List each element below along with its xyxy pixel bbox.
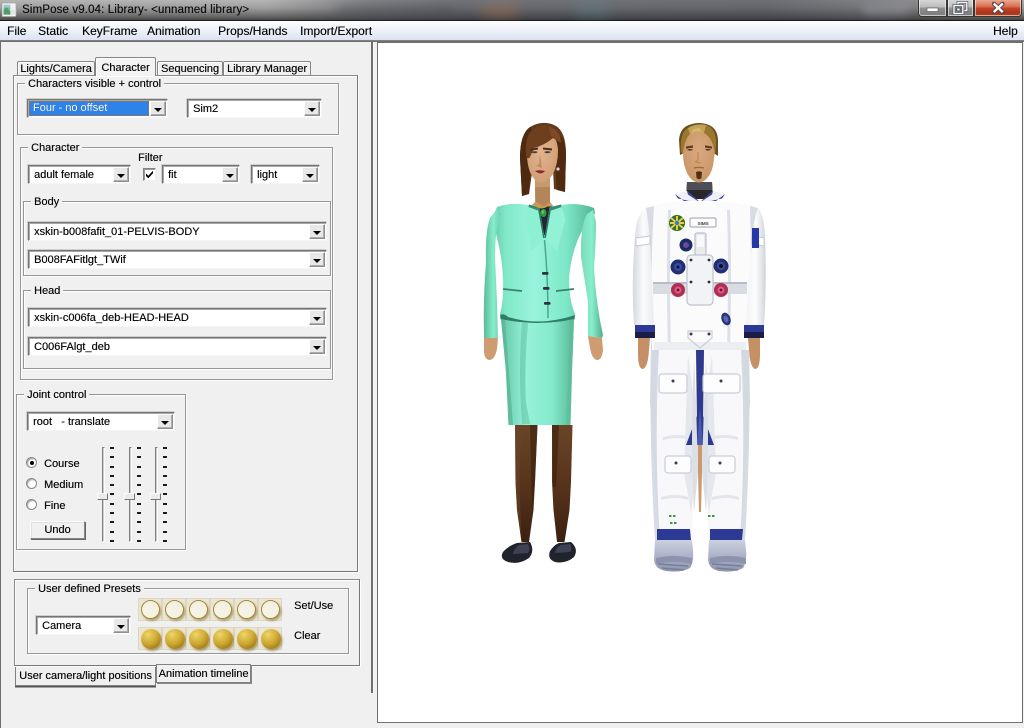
svg-text:SIMS: SIMS	[697, 221, 708, 226]
